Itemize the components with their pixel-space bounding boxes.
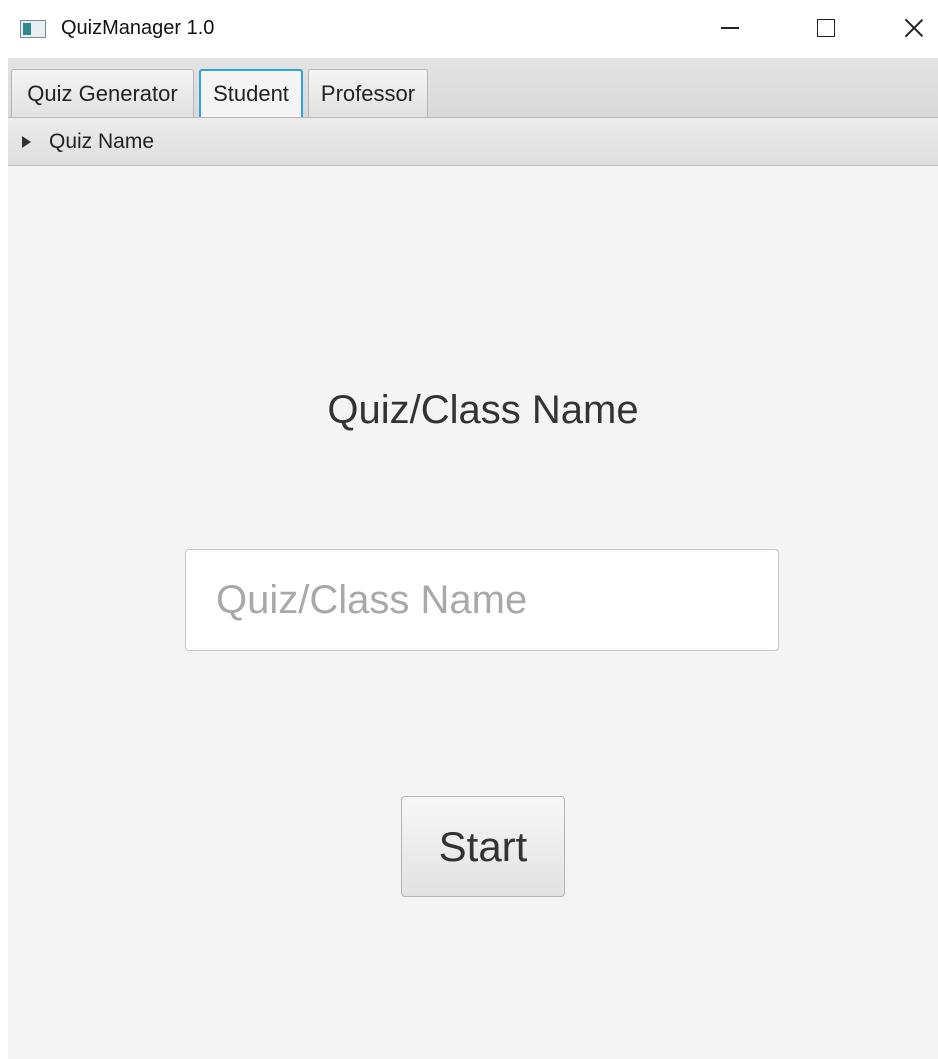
close-button[interactable]	[884, 8, 938, 48]
triangle-right-icon	[22, 135, 31, 148]
quiz-class-name-heading: Quiz/Class Name	[327, 388, 639, 432]
tab-bar: Quiz Generator Student Professor	[8, 58, 938, 118]
close-icon	[903, 17, 925, 39]
title-bar: QuizManager 1.0	[0, 0, 938, 58]
minimize-icon	[721, 27, 739, 29]
maximize-button[interactable]	[796, 8, 856, 48]
start-button[interactable]: Start	[401, 796, 565, 897]
minimize-button[interactable]	[700, 8, 760, 48]
quiz-name-pane-header[interactable]: Quiz Name	[8, 118, 938, 166]
tab-quiz-generator[interactable]: Quiz Generator	[11, 69, 194, 117]
app-window-icon	[20, 20, 46, 38]
app-window: QuizManager 1.0 Quiz Generator Student P…	[0, 0, 938, 1059]
tab-student[interactable]: Student	[199, 69, 303, 117]
quiz-class-name-input[interactable]	[185, 549, 779, 651]
maximize-icon	[817, 19, 835, 37]
student-content-area: Quiz/Class Name Start	[8, 166, 938, 1059]
tab-professor[interactable]: Professor	[308, 69, 428, 117]
pane-title: Quiz Name	[49, 129, 155, 153]
window-title: QuizManager 1.0	[61, 17, 215, 39]
